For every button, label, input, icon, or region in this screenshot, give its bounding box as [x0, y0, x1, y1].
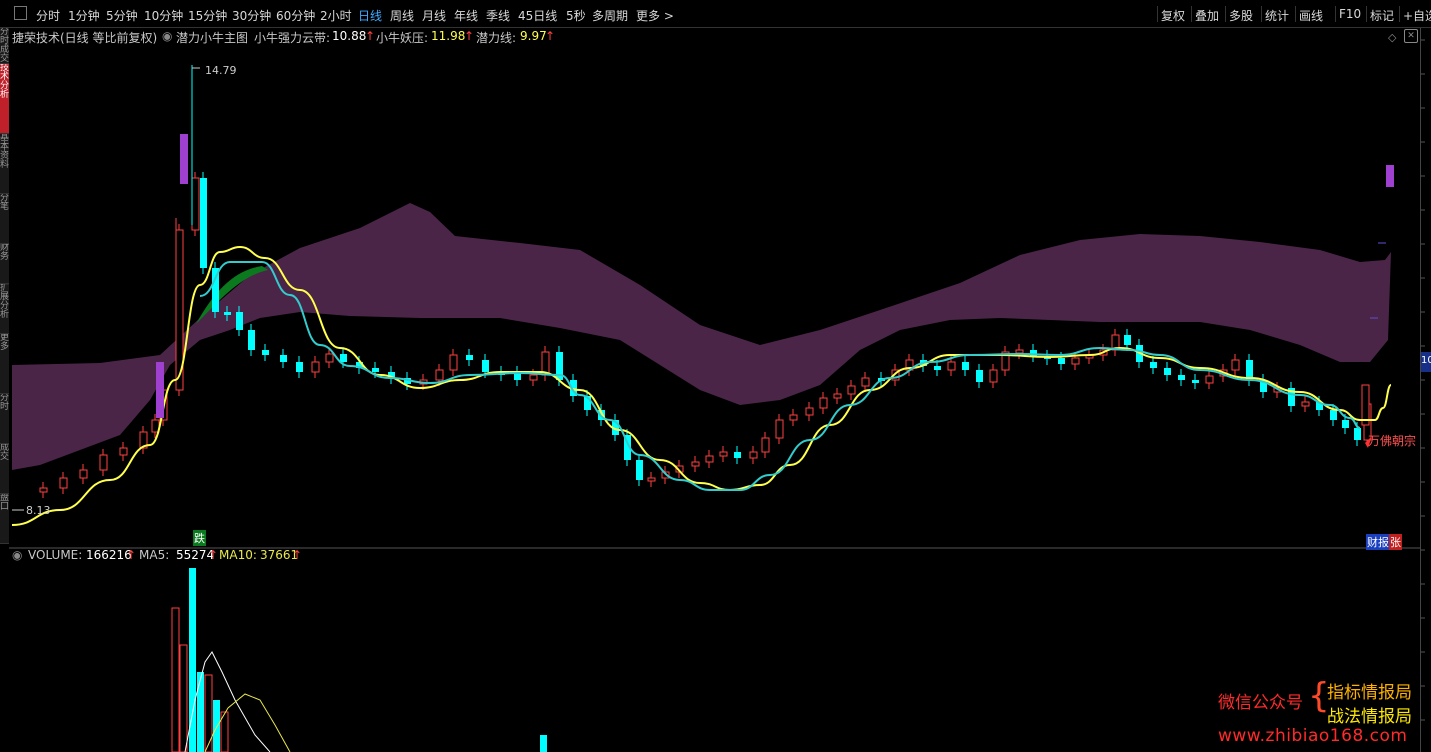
candle: [761, 437, 770, 453]
volume-value: 166216: [86, 548, 132, 562]
volume-bars: [171, 568, 547, 752]
volume-bar: [197, 672, 204, 752]
candlestick-chart[interactable]: [0, 0, 1431, 752]
volume-bar: [171, 607, 180, 752]
ma10-arrow-icon: ↑: [292, 548, 303, 562]
volume-arrow-icon: ↑: [126, 548, 137, 562]
ma5-arrow-icon: ↑: [208, 548, 219, 562]
candle: [861, 377, 870, 387]
candle: [191, 177, 200, 231]
candle: [340, 354, 347, 362]
candle: [248, 330, 255, 350]
candle: [59, 477, 68, 489]
candle: [200, 178, 207, 268]
candle: [325, 353, 334, 363]
candle: [1071, 357, 1080, 365]
candle: [1192, 380, 1199, 383]
candle: [805, 407, 814, 416]
candle: [976, 370, 983, 382]
candle: [749, 451, 758, 459]
candle: [224, 312, 231, 315]
candle: [262, 350, 269, 355]
candle: [847, 385, 856, 395]
candle: [705, 455, 714, 463]
candle: [466, 355, 473, 360]
candle: [691, 461, 700, 467]
wanfo-signal-label: 万佛朝宗: [1368, 434, 1417, 448]
candle: [962, 362, 969, 370]
volume-bar: [204, 674, 213, 752]
watermark-url: www.zhibiao168.com: [1218, 726, 1408, 746]
candle: [647, 477, 656, 482]
ma10-label: MA10:: [219, 548, 257, 562]
candle: [934, 366, 941, 370]
volume-bar: [213, 700, 220, 752]
candle: [734, 452, 741, 458]
low-price-label: 8.13: [26, 504, 51, 517]
candle: [482, 360, 489, 372]
candle: [1124, 335, 1131, 345]
candle: [719, 451, 728, 457]
candle: [1330, 410, 1337, 420]
right-price-axis: [1420, 28, 1431, 752]
candle: [1354, 428, 1361, 440]
cloud-band: [12, 203, 1391, 470]
watermark-line2: 战法情报局: [1327, 707, 1412, 727]
caibao-badge[interactable]: 财报: [1366, 534, 1390, 550]
candle: [529, 374, 538, 381]
watermark-line1: 指标情报局: [1327, 683, 1412, 703]
candle: [99, 454, 108, 471]
candle: [819, 397, 828, 409]
die-badge: 跌: [193, 530, 206, 546]
volume-dropdown-icon[interactable]: ◉: [12, 548, 22, 562]
candle: [449, 354, 458, 371]
candle: [79, 469, 88, 479]
high-price-label: 14.79: [205, 64, 237, 77]
volume-label: VOLUME:: [28, 548, 83, 562]
right-axis-ticks: [1370, 39, 1425, 721]
purple-signal-bar: [1386, 165, 1394, 187]
candle: [236, 312, 243, 330]
candle: [636, 460, 643, 480]
candle: [775, 419, 784, 439]
candle: [833, 393, 842, 399]
candle: [1178, 375, 1185, 380]
purple-signal-bar: [156, 362, 164, 418]
candle: [1231, 359, 1240, 371]
volume-bar: [540, 735, 547, 752]
ma5-label: MA5:: [139, 548, 170, 562]
candle: [119, 447, 128, 456]
candle: [280, 355, 287, 362]
zhang-badge[interactable]: 张: [1389, 534, 1402, 550]
candle: [296, 362, 303, 372]
candle: [947, 361, 956, 371]
candle: [1058, 358, 1065, 364]
candle: [435, 369, 444, 381]
candle: [789, 414, 798, 421]
watermark-wechat: 微信公众号: [1218, 693, 1303, 713]
candle: [311, 361, 320, 373]
volume-bar: [179, 644, 188, 752]
candle: [1015, 349, 1024, 354]
candle: [1342, 420, 1349, 428]
candle: [372, 368, 379, 372]
candle: [1301, 401, 1310, 407]
candle: [989, 369, 998, 383]
purple-signal-bar: [180, 134, 188, 184]
candle: [39, 487, 48, 493]
candle: [1150, 362, 1157, 368]
candle: [1205, 375, 1214, 384]
candle: [1164, 368, 1171, 375]
